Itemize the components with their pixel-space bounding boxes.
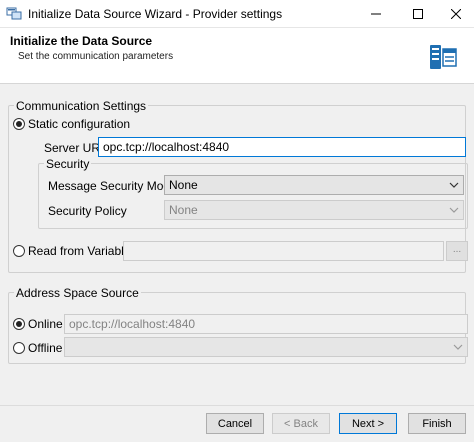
next-button[interactable]: Next > (339, 413, 397, 434)
minimize-button[interactable] (356, 0, 396, 28)
security-policy-value: None (169, 203, 198, 217)
read-from-variable-radio[interactable] (13, 245, 25, 257)
read-from-variable-label[interactable]: Read from Variable (28, 244, 131, 258)
variable-input[interactable] (123, 241, 444, 261)
offline-source-select[interactable] (64, 337, 468, 357)
online-label[interactable]: Online (28, 317, 63, 331)
page-subtitle: Set the communication parameters (18, 51, 174, 62)
window-title: Initialize Data Source Wizard - Provider… (28, 7, 283, 21)
minimize-icon (371, 13, 381, 15)
offline-radio[interactable] (13, 342, 25, 354)
finish-button[interactable]: Finish (408, 413, 466, 434)
title-bar: Initialize Data Source Wizard - Provider… (0, 0, 474, 28)
wizard-header: Initialize the Data Source Set the commu… (0, 28, 474, 84)
cancel-button[interactable]: Cancel (206, 413, 264, 434)
online-endpoint-input[interactable]: opc.tcp://localhost:4840 (64, 314, 468, 334)
message-security-mode-select[interactable]: None (164, 175, 464, 195)
close-icon (451, 9, 461, 19)
page-title: Initialize the Data Source (10, 34, 153, 48)
close-button[interactable] (436, 0, 474, 28)
security-policy-select[interactable]: None (164, 200, 464, 220)
browse-variable-button[interactable]: ... (446, 241, 468, 261)
maximize-button[interactable] (398, 0, 438, 28)
security-policy-label: Security Policy (48, 204, 127, 218)
static-configuration-radio[interactable] (13, 118, 25, 130)
maximize-icon (413, 9, 423, 19)
chevron-down-icon (449, 207, 459, 213)
address-space-legend: Address Space Source (14, 286, 141, 300)
data-source-icon (430, 45, 457, 69)
online-radio[interactable] (13, 318, 25, 330)
message-security-mode-label: Message Security Mode (48, 179, 177, 193)
security-legend: Security (44, 157, 92, 171)
server-uri-input[interactable]: opc.tcp://localhost:4840 (98, 137, 466, 157)
footer-divider (0, 405, 474, 406)
static-configuration-label[interactable]: Static configuration (28, 117, 130, 131)
chevron-down-icon (453, 344, 463, 350)
back-button[interactable]: < Back (272, 413, 330, 434)
communication-settings-legend: Communication Settings (14, 99, 149, 113)
wizard-app-icon (6, 7, 22, 20)
offline-label[interactable]: Offline (28, 341, 62, 355)
server-uri-label: Server URI (44, 141, 104, 155)
message-security-mode-value: None (169, 178, 198, 192)
chevron-down-icon (449, 182, 459, 188)
